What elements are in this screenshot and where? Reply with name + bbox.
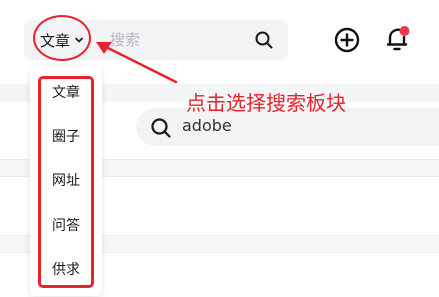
secondary-search-value: adobe xyxy=(182,116,232,135)
bell-icon xyxy=(386,26,410,51)
dropdown-item-website[interactable]: 网址 xyxy=(38,166,94,194)
notifications-button[interactable] xyxy=(383,24,413,54)
dropdown-item-article[interactable]: 文章 xyxy=(38,78,94,106)
add-button[interactable] xyxy=(333,26,361,54)
dropdown-item-circle[interactable]: 圈子 xyxy=(38,122,94,150)
plus-circle-icon xyxy=(334,27,360,53)
search-icon[interactable] xyxy=(254,30,274,50)
search-icon xyxy=(150,117,172,139)
dropdown-item-qa[interactable]: 问答 xyxy=(38,211,94,239)
highlight-oval xyxy=(33,15,91,61)
dropdown-item-supply[interactable]: 供求 xyxy=(38,255,94,283)
annotation-text: 点击选择搜索板块 xyxy=(186,91,346,115)
notification-badge xyxy=(399,26,410,36)
search-input[interactable] xyxy=(110,30,250,50)
